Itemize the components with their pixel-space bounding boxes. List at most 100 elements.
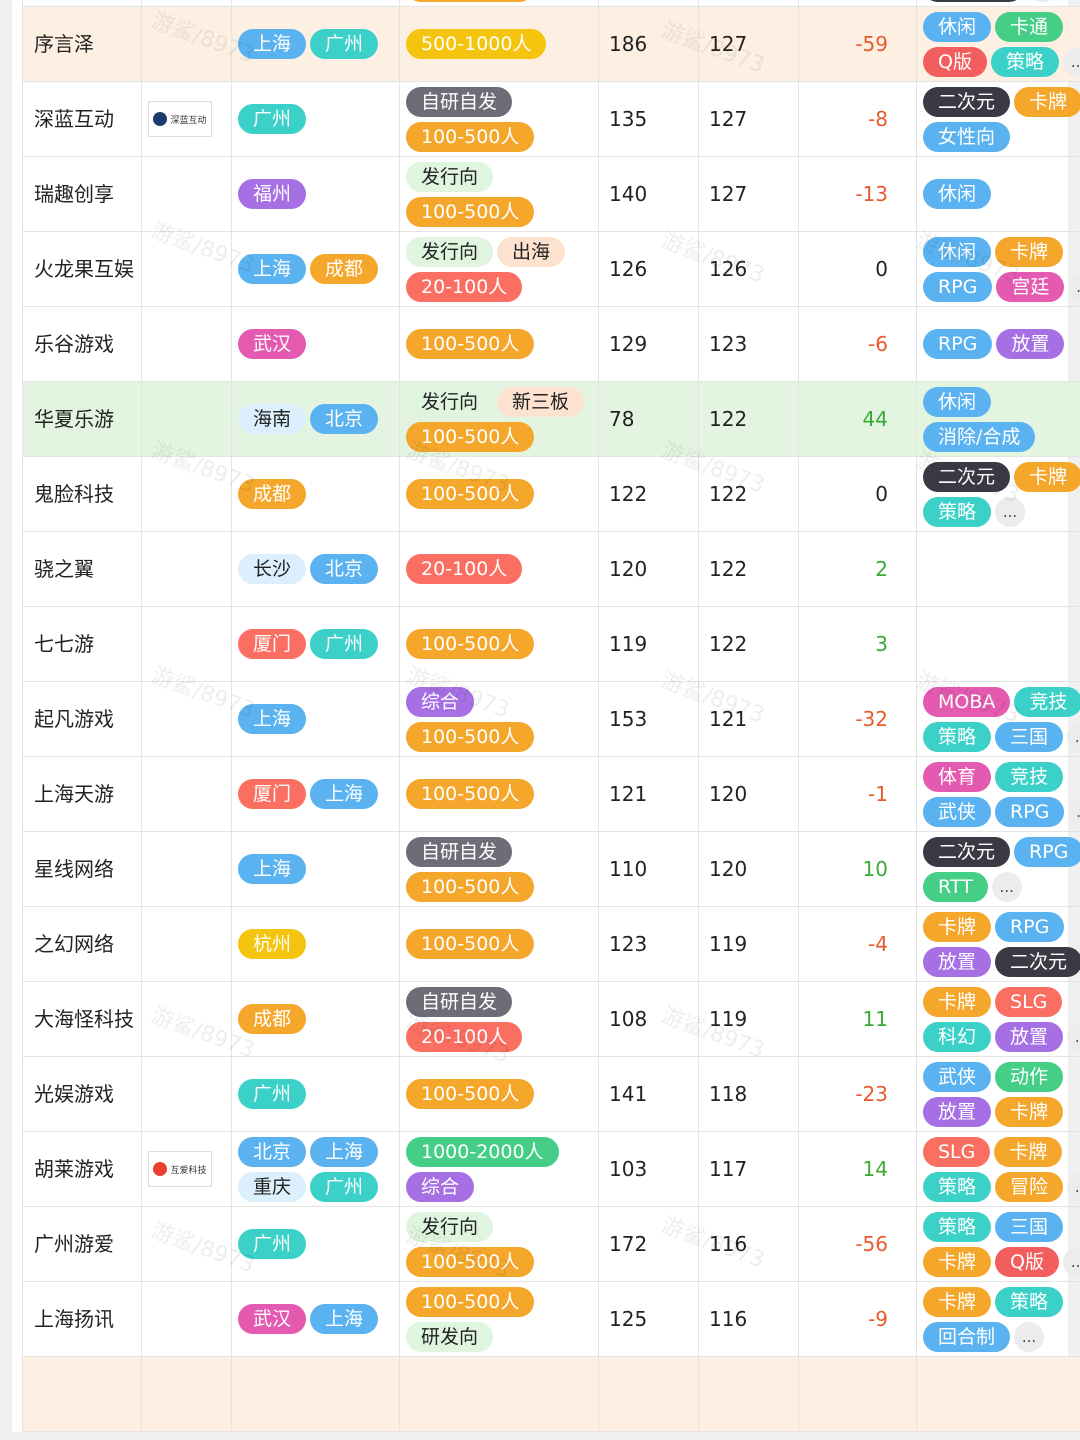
company-name[interactable]: 乐谷游戏 bbox=[34, 332, 114, 356]
company-tag: 自研自发 bbox=[406, 986, 513, 1017]
more-tags-button[interactable]: ... bbox=[1067, 1171, 1080, 1202]
genre-tag: 休闲 bbox=[923, 236, 992, 267]
value-prev-cell: 119 bbox=[598, 606, 699, 682]
table-row[interactable]: 广州游爱 广州 发行向 100-500人 172 116 -56 策略三国卡牌Q版... bbox=[22, 1206, 1080, 1282]
genre-tag: 策略 bbox=[923, 496, 992, 527]
more-tags-button[interactable]: ... bbox=[1014, 1321, 1045, 1352]
table-row[interactable]: 上海天游厦门上海100-500人121120-1体育竞技武侠RPG... bbox=[22, 756, 1080, 832]
table-row[interactable]: 胡莱游戏 互爱科技 北京 上海 重庆 广州 1000-2000人 综合 103 117 14 SLG 卡… bbox=[22, 1131, 1080, 1207]
more-tags-button[interactable]: ... bbox=[1062, 46, 1080, 77]
city-cell: 武汉 上海 bbox=[231, 1281, 400, 1357]
value-current: 119 bbox=[709, 1007, 748, 1031]
type-size-cell: 发行向 新三板 100-500人 bbox=[399, 381, 599, 457]
value-current-cell: 122 bbox=[698, 381, 799, 457]
type-size-cell: 100-500人 bbox=[399, 306, 599, 382]
company-name[interactable]: 起凡游戏 bbox=[34, 707, 114, 731]
more-tags-button[interactable]: ... bbox=[1062, 1246, 1080, 1277]
genre-tag: 三国 bbox=[995, 1211, 1064, 1242]
company-name[interactable]: 上海天游 bbox=[34, 782, 114, 806]
more-tags-button[interactable]: ... bbox=[991, 871, 1022, 902]
company-name[interactable]: 上海扬讯 bbox=[34, 1307, 114, 1331]
company-name[interactable]: 瑞趣创享 bbox=[34, 182, 114, 206]
genre-tag: 卡牌 bbox=[995, 236, 1064, 267]
value-prev-cell: 126 bbox=[598, 231, 699, 307]
more-tags-button[interactable]: ... bbox=[1067, 1021, 1080, 1052]
company-name[interactable]: 星线网络 bbox=[34, 857, 114, 881]
more-tags-button[interactable]: ... bbox=[1067, 721, 1080, 752]
company-name-cell: 之幻网络 bbox=[22, 906, 142, 982]
genre-tag: 武侠 bbox=[923, 1061, 992, 1092]
value-prev-cell: 135 bbox=[598, 81, 699, 157]
value-prev: 108 bbox=[609, 1007, 648, 1031]
genre-cell: 卡牌 RPG 放置 二次元 bbox=[916, 906, 1080, 982]
table-row[interactable]: 瑞趣创享 福州 发行向 100-500人 140 127 -13 休闲 bbox=[22, 156, 1080, 232]
genre-tag: 二次元 bbox=[923, 461, 1011, 492]
table-row[interactable]: 深蓝互动 深蓝互动 广州 自研自发 100-500人 135 127 -8 二次元 卡牌 女性向 bbox=[22, 81, 1080, 157]
city-tag: 广州 bbox=[238, 1079, 307, 1109]
company-name[interactable]: 七七游 bbox=[34, 632, 94, 656]
company-name[interactable]: 广州游爱 bbox=[34, 1232, 114, 1256]
value-current: 116 bbox=[709, 1307, 748, 1331]
table-row[interactable]: 序言泽上海广州500-1000人186127-59休闲卡通Q版策略... bbox=[22, 6, 1080, 82]
table-row[interactable]: 起凡游戏 上海 综合 100-500人 153 121 -32 MOBA竞技策略三国... bbox=[22, 681, 1080, 757]
company-name[interactable]: 胡莱游戏 bbox=[34, 1157, 114, 1181]
genre-tag: 策略 bbox=[923, 1211, 992, 1242]
value-current-cell: 116 bbox=[698, 1281, 799, 1357]
logo-text: 互爱科技 bbox=[170, 1165, 207, 1176]
company-name-cell bbox=[22, 1356, 142, 1432]
value-change: 11 bbox=[862, 1007, 888, 1031]
table-row[interactable]: 华夏乐游 海南 北京 发行向 新三板 100-500人 78 122 44 休闲 消除/合成 bbox=[22, 381, 1080, 457]
company-name[interactable]: 光娱游戏 bbox=[34, 1082, 114, 1106]
value-change-cell: -59 bbox=[798, 6, 917, 82]
value-current-cell: 127 bbox=[698, 81, 799, 157]
logo-mark-icon bbox=[153, 1162, 168, 1176]
table-row[interactable]: 骁之翼 长沙 北京 20-100人 120 122 2 bbox=[22, 531, 1080, 607]
logo-cell bbox=[141, 6, 232, 82]
more-tags-button[interactable]: ... bbox=[1027, 0, 1058, 2]
table-row[interactable]: 乐谷游戏 武汉 100-500人 129 123 -6 RPG 放置 bbox=[22, 306, 1080, 382]
company-name[interactable]: 序言泽 bbox=[34, 32, 94, 56]
table-row[interactable]: 星线网络 上海 自研自发 100-500人 110 120 10 二次元 RPG RTT... bbox=[22, 831, 1080, 907]
city-tag: 上海 bbox=[310, 1136, 379, 1167]
table-row[interactable]: 七七游 厦门 广州 100-500人 119 122 3 bbox=[22, 606, 1080, 682]
table-row[interactable]: 上海扬讯 武汉 上海 100-500人 研发向 125 116 -9 卡牌 策略 回合制... bbox=[22, 1281, 1080, 1357]
genre-tag: RPG bbox=[995, 911, 1065, 942]
genre-tag: 策略 bbox=[923, 721, 992, 752]
table-row[interactable]: 之幻网络 杭州 100-500人 123 119 -4 卡牌 RPG 放置 二次元 bbox=[22, 906, 1080, 982]
more-tags-button[interactable]: ... bbox=[1068, 796, 1080, 827]
company-name[interactable]: 火龙果互娱 bbox=[34, 257, 134, 281]
table-row[interactable]: 光娱游戏 广州 100-500人 141 118 -23 武侠 动作 放置 卡牌 bbox=[22, 1056, 1080, 1132]
company-tag: 20-100人 bbox=[406, 1021, 523, 1052]
company-name-cell: 华夏乐游 bbox=[22, 381, 142, 457]
more-tags-button[interactable]: ... bbox=[995, 496, 1026, 527]
company-tag: 自研自发 bbox=[406, 86, 513, 117]
company-tag: 发行向 bbox=[406, 236, 494, 267]
table-row[interactable]: 火龙果互娱 上海成都发行向出海 20-100人 126 126 0 休闲卡牌RPG宫廷... bbox=[22, 231, 1080, 307]
company-name[interactable]: 鬼脸科技 bbox=[34, 482, 114, 506]
logo-cell bbox=[141, 681, 232, 757]
city-cell: 武汉 bbox=[231, 306, 400, 382]
genre-tag: 卡牌 bbox=[923, 1286, 992, 1317]
genre-tag: 二次元 bbox=[923, 836, 1011, 867]
value-prev-cell: 172 bbox=[598, 1206, 699, 1282]
value-change: -4 bbox=[868, 932, 888, 956]
logo-cell bbox=[141, 981, 232, 1057]
genre-tag: MOBA bbox=[923, 686, 1011, 717]
table-row[interactable]: 鬼脸科技 成都 100-500人 122 122 0 二次元 卡牌 策略... bbox=[22, 456, 1080, 532]
logo-cell bbox=[141, 231, 232, 307]
company-tag: 发行向 bbox=[406, 1211, 494, 1242]
company-name[interactable]: 深蓝互动 bbox=[34, 107, 114, 131]
company-name[interactable]: 大海怪科技 bbox=[34, 1007, 134, 1031]
value-current-cell: 120 bbox=[698, 831, 799, 907]
company-name[interactable]: 华夏乐游 bbox=[34, 407, 114, 431]
genre-tag: 休闲 bbox=[923, 179, 992, 209]
genre-tag: 卡牌 bbox=[995, 1096, 1064, 1127]
company-name-cell: 上海扬讯 bbox=[22, 1281, 142, 1357]
value-current: 127 bbox=[709, 32, 748, 56]
genre-tag: RPG bbox=[923, 329, 993, 359]
company-name[interactable]: 骁之翼 bbox=[34, 557, 94, 581]
table-row[interactable]: 大海怪科技 成都 自研自发 20-100人 108 119 11 卡牌SLG科幻放置... bbox=[22, 981, 1080, 1057]
more-tags-button[interactable]: ... bbox=[1068, 271, 1080, 302]
company-name[interactable]: 之幻网络 bbox=[34, 932, 114, 956]
table-row[interactable] bbox=[22, 1356, 1080, 1432]
